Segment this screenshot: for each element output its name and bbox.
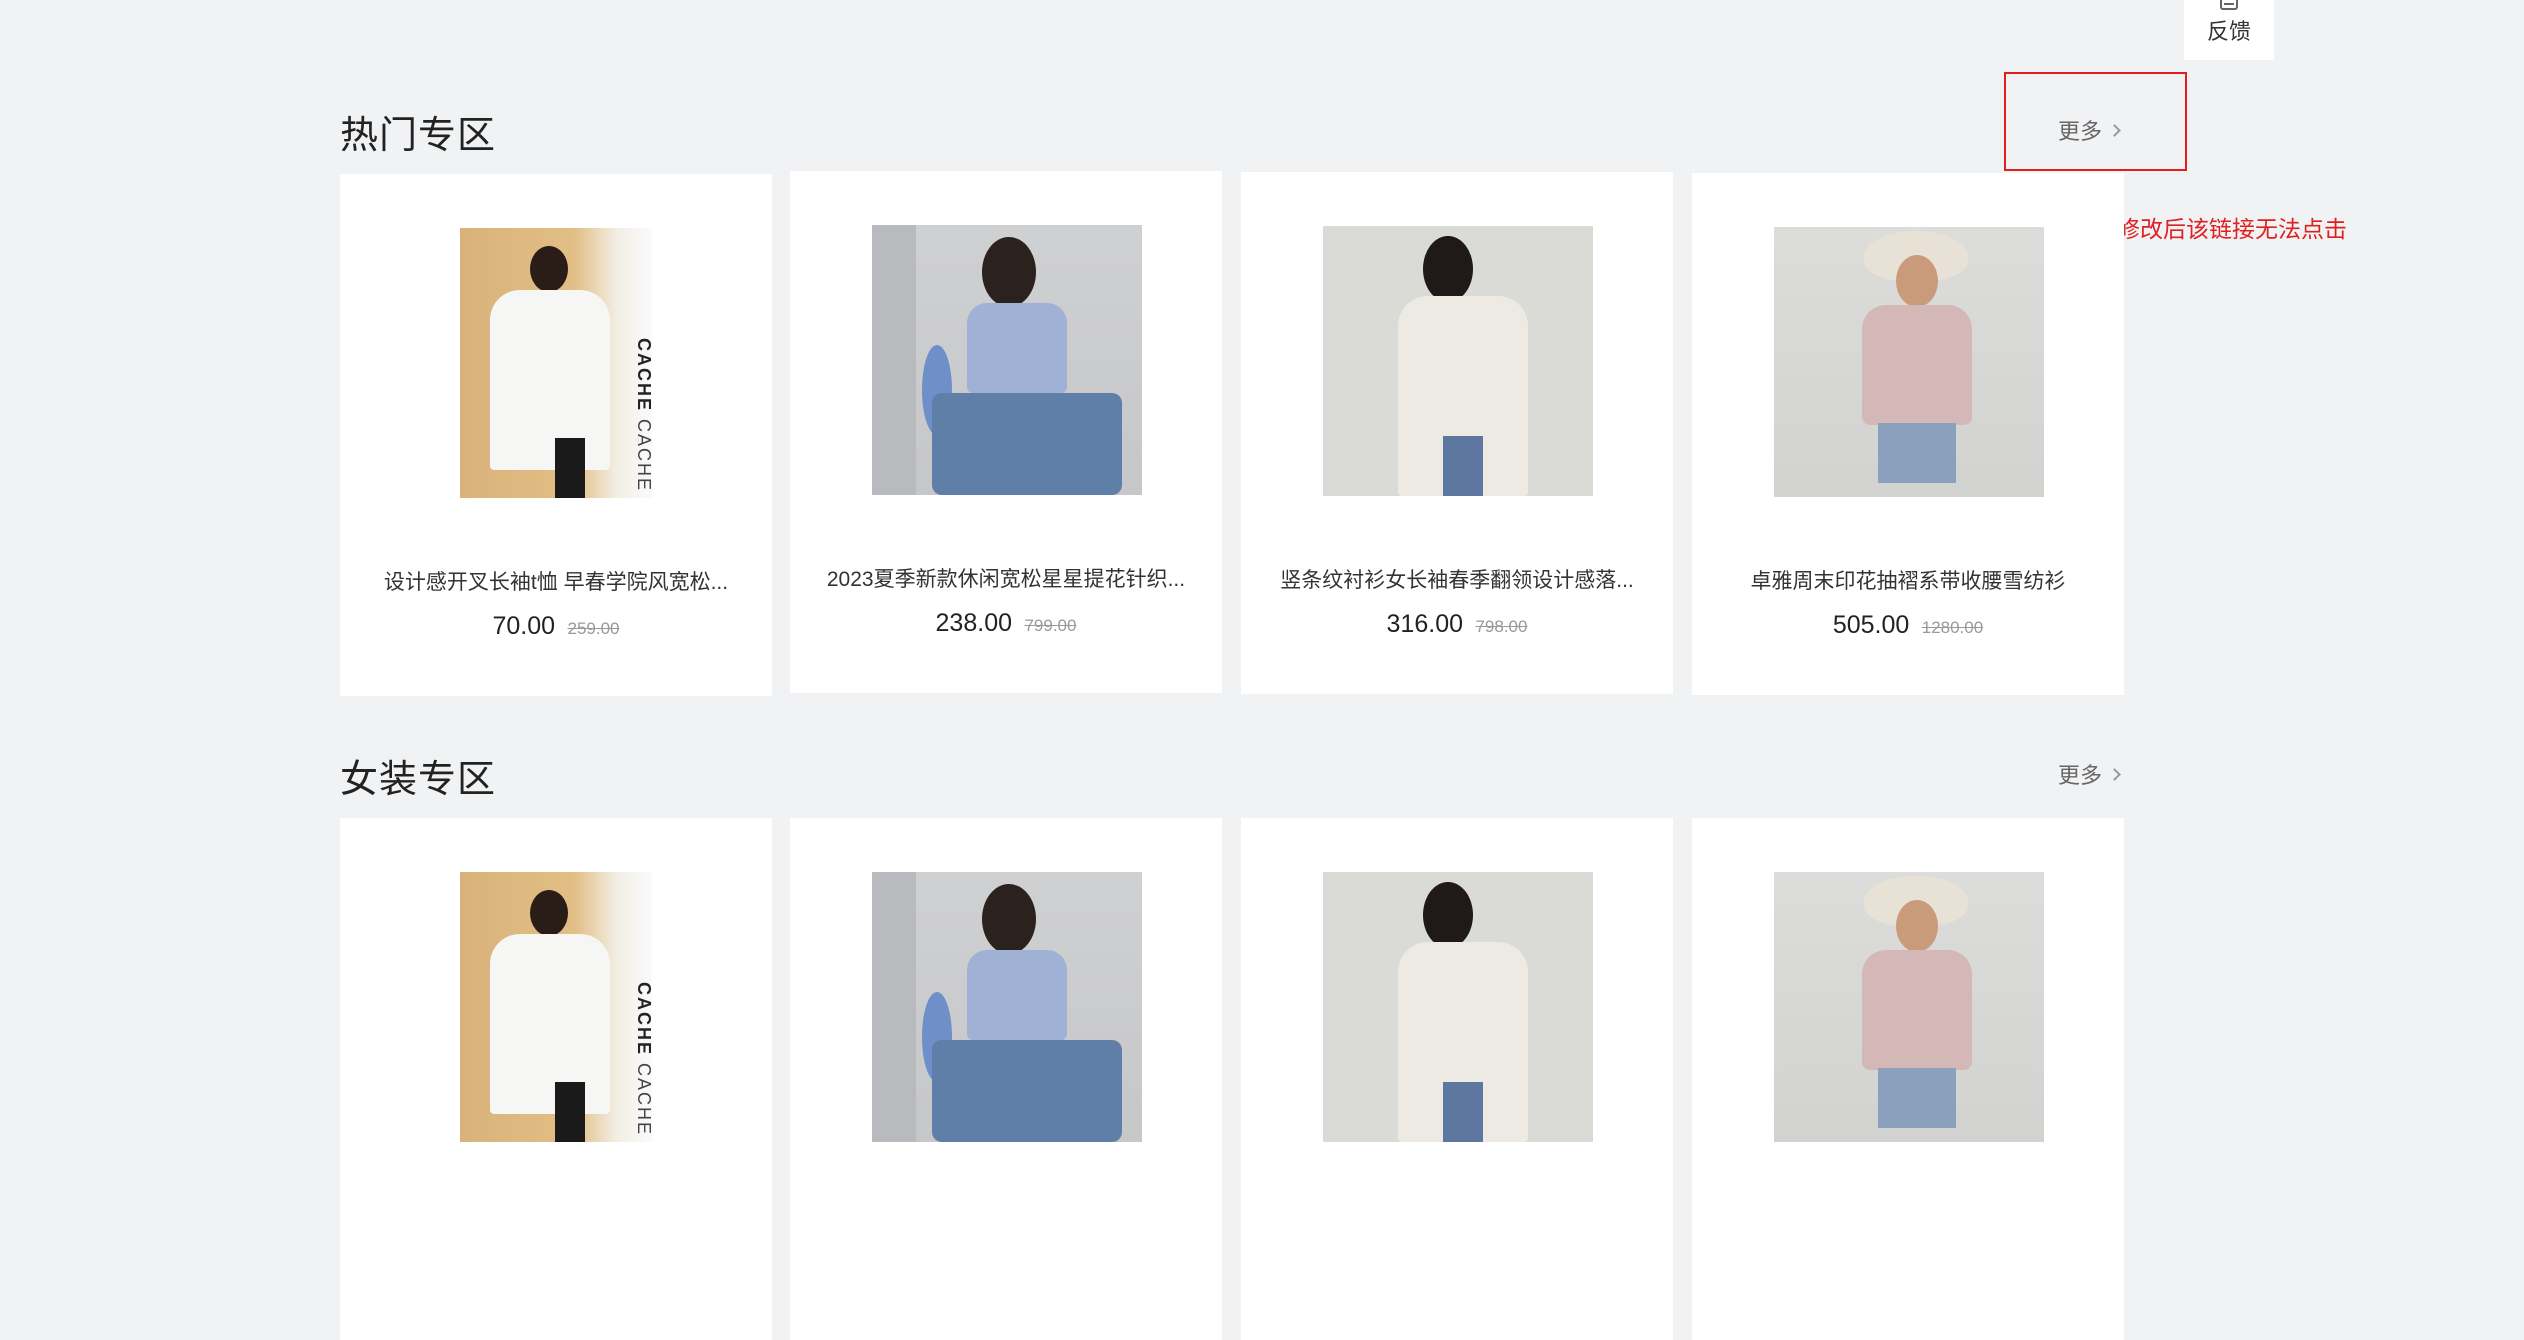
product-image [1774,227,2044,497]
annotation-highlight-box [2004,72,2187,171]
product-price: 505.00 [1832,611,1910,639]
product-original-price: 799.00 [1024,616,1077,635]
product-card[interactable] [790,818,1222,1340]
feedback-icon [2220,0,2238,10]
product-card[interactable]: CACHE CACHE [340,818,772,1340]
product-card[interactable] [1692,818,2124,1340]
product-card[interactable]: 卓雅周末印花抽褶系带收腰雪纺衫 505.00 1280.00 [1692,173,2124,695]
product-image: CACHE CACHE [460,872,652,1142]
product-price: 316.00 [1386,610,1463,638]
product-card[interactable] [1241,818,1673,1340]
product-card[interactable]: CACHE CACHE 设计感开叉长袖t恤 早春学院风宽松... 70.00 2… [340,174,772,696]
section-title-hot: 热门专区 [340,115,497,157]
product-image [1323,872,1593,1142]
product-name: 设计感开叉长袖t恤 早春学院风宽松... [383,571,729,594]
product-image: CACHE CACHE [460,228,652,498]
product-name: 2023夏季新款休闲宽松星星提花针织... [826,568,1186,591]
product-price: 70.00 [492,612,556,640]
feedback-label: 反馈 [2206,19,2251,44]
feedback-button[interactable]: 反馈 [2184,0,2274,60]
product-price: 238.00 [935,609,1012,637]
product-image [872,225,1142,495]
product-card[interactable]: 2023夏季新款休闲宽松星星提花针织... 238.00 799.00 [790,171,1222,693]
product-image [872,872,1142,1142]
product-image [1323,226,1593,496]
product-image [1774,872,2044,1142]
product-name: 卓雅周末印花抽褶系带收腰雪纺衫 [1750,570,2066,593]
section-title-women: 女装专区 [340,759,497,801]
more-link-women[interactable]: 更多 [2058,758,2121,790]
product-name: 竖条纹衬衫女长袖春季翻领设计感落... [1280,569,1634,592]
brand-watermark: CACHE CACHE [634,338,652,493]
product-original-price: 798.00 [1475,617,1528,636]
product-card[interactable]: 竖条纹衬衫女长袖春季翻领设计感落... 316.00 798.00 [1241,172,1673,694]
brand-watermark: CACHE CACHE [634,982,652,1137]
product-original-price: 1280.00 [1921,618,1984,637]
product-original-price: 259.00 [567,619,620,638]
more-label: 更多 [2058,763,2103,788]
chevron-right-icon [2108,767,2121,781]
